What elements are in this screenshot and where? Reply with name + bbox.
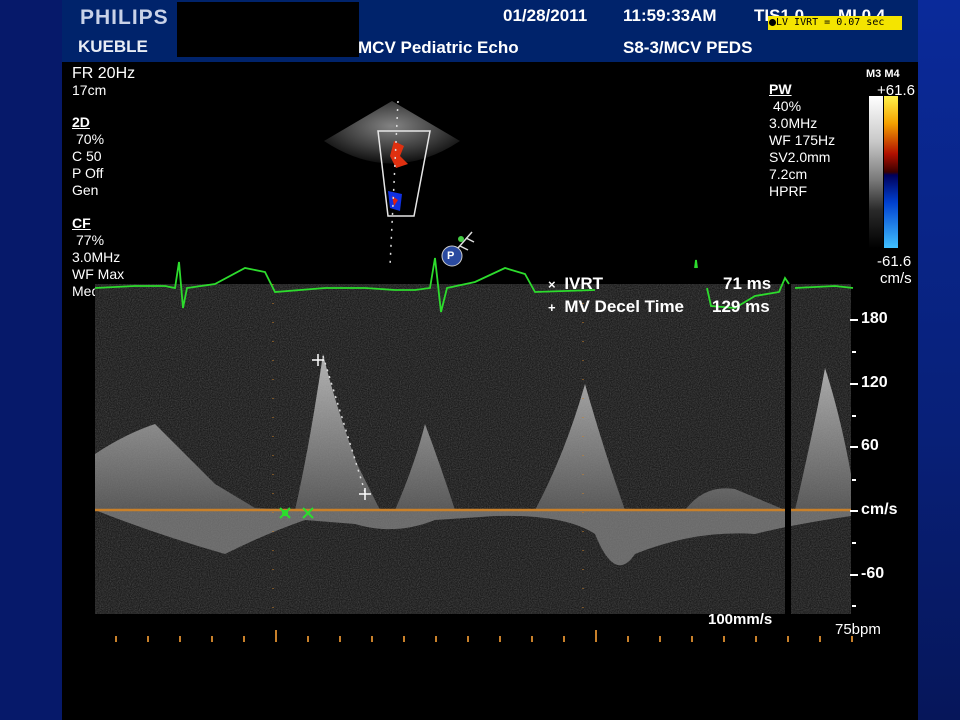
pw-prf: HPRF [769, 183, 808, 199]
ultrasound-screen: PHILIPS KUEBLE 01/28/2011 11:59:33AM TIS… [62, 0, 918, 720]
color-scale-unit: cm/s [880, 270, 912, 287]
pw-frequency: 3.0MHz [769, 115, 818, 131]
decel-measurement: + MV Decel Time [548, 297, 684, 317]
redacted-patient-info [177, 2, 359, 57]
cf-title: CF [72, 215, 91, 231]
ivrt-cursor-icon: × [548, 277, 556, 292]
scale-label-180: 180 [861, 310, 888, 327]
callout-bullet-icon [769, 19, 776, 26]
exam-date: 01/28/2011 [503, 6, 588, 25]
doppler-spectrum [95, 284, 851, 614]
exam-time: 11:59:33AM [623, 6, 717, 25]
decel-value: 129 ms [712, 297, 770, 316]
study-name: MCV Pediatric Echo [358, 38, 519, 57]
grayscale-bar [869, 96, 883, 248]
header-bar: PHILIPS KUEBLE 01/28/2011 11:59:33AM TIS… [62, 0, 918, 62]
ivrt-measurement: × IVRT [548, 274, 603, 294]
probe-preset: S8-3/MCV PEDS [623, 38, 753, 57]
measurement-callout: LV IVRT = 0.07 sec [768, 16, 902, 30]
scale-label-neg60: -60 [861, 565, 885, 582]
twod-title: 2D [72, 114, 90, 130]
depth: 17cm [72, 82, 107, 98]
cf-gain: 77% [76, 232, 105, 248]
spectral-doppler-display [95, 284, 851, 614]
pw-gate-depth: 7.2cm [769, 166, 808, 182]
measurement-cursors[interactable] [276, 352, 376, 522]
twod-compress: C 50 [72, 148, 102, 164]
color-scale-min: -61.6 [877, 253, 912, 270]
twod-gain: 70% [76, 131, 105, 147]
velocity-scale-ticks [850, 319, 858, 607]
decel-label: MV Decel Time [564, 297, 685, 316]
callout-text: LV IVRT = 0.07 sec [776, 17, 885, 28]
sweep-speed: 100mm/s [708, 611, 773, 628]
institution-name: KUEBLE [78, 37, 148, 56]
decel-cursor-icon: + [548, 300, 556, 315]
scale-label-unit: cm/s [861, 501, 898, 518]
pw-wall-filter: WF 175Hz [769, 132, 836, 148]
slide-right-margin [918, 0, 960, 720]
scale-label-120: 120 [861, 374, 888, 391]
color-map-label: M3 M4 [866, 68, 900, 80]
scale-label-60: 60 [861, 437, 879, 454]
frame-rate: FR 20Hz [72, 65, 136, 82]
pw-gain: 40% [773, 98, 802, 114]
twod-persist: P Off [72, 165, 104, 181]
time-scale-ticks [115, 630, 853, 642]
slide-left-margin [0, 0, 62, 720]
pw-title: PW [769, 81, 792, 97]
ivrt-label: IVRT [564, 274, 604, 293]
pw-sample-volume: SV2.0mm [769, 149, 831, 165]
twod-mode: Gen [72, 182, 99, 198]
brand-logo: PHILIPS [80, 6, 169, 29]
color-velocity-bar [884, 96, 898, 248]
ivrt-value: 71 ms [723, 274, 772, 293]
